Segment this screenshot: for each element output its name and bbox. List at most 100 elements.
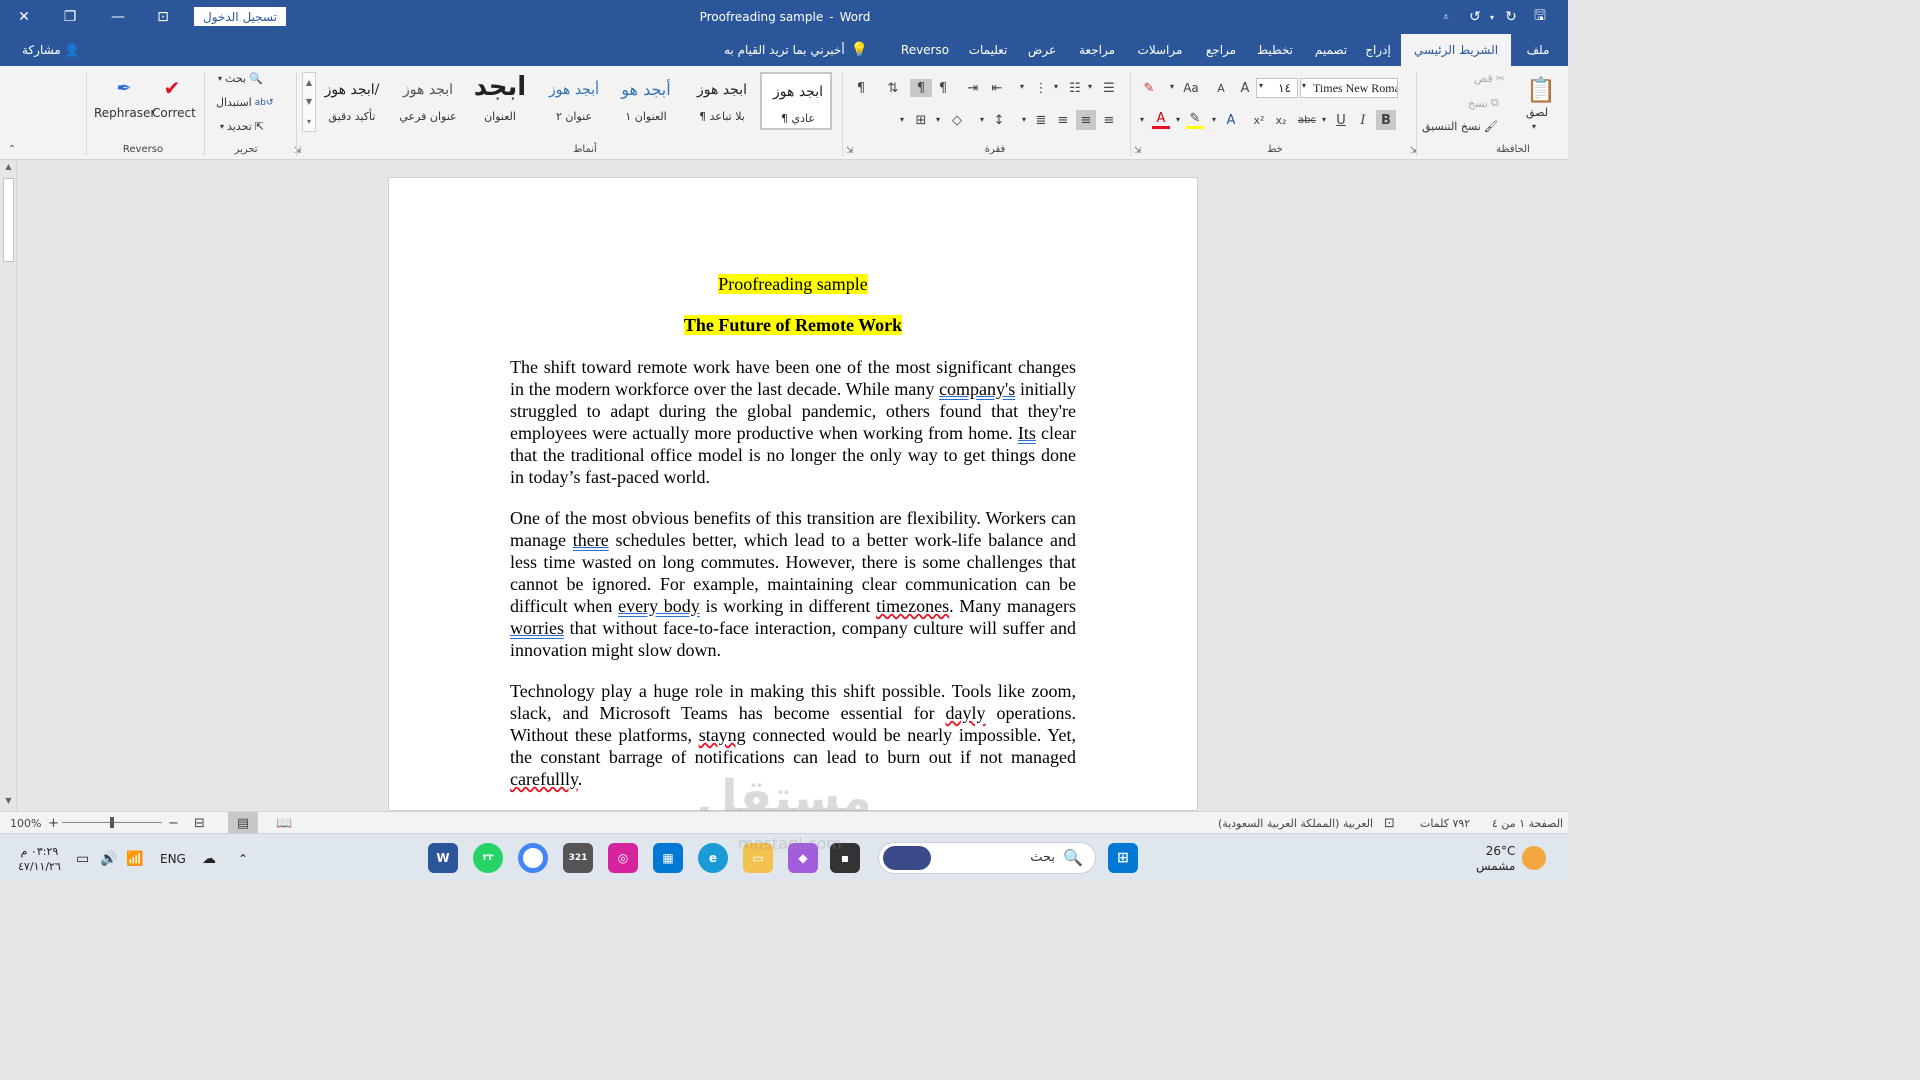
format-painter-button[interactable]: نسخ التنسيق 🖌	[1422, 120, 1498, 133]
find-dropdown-icon[interactable]: ▾	[218, 74, 222, 83]
borders-icon[interactable]: ⊞	[912, 111, 930, 129]
font-size-dropdown-icon[interactable]: ▾	[1259, 81, 1263, 90]
zoom-slider-thumb[interactable]	[110, 817, 114, 828]
tab-design[interactable]: تصميم	[1306, 34, 1356, 66]
increase-indent-icon[interactable]: ⇥	[964, 79, 982, 97]
whatsapp-app-icon[interactable]: ٢٣	[473, 843, 503, 873]
taskbar-search[interactable]: بحث 🔍	[878, 842, 1096, 874]
paste-dropdown-icon[interactable]: ▾	[1532, 122, 1536, 131]
shading-dropdown-icon[interactable]: ▾	[936, 115, 940, 124]
clear-formatting-icon[interactable]: ✎	[1140, 79, 1158, 97]
grammar-flag[interactable]: company's	[939, 379, 1015, 399]
store-app-icon[interactable]: ▦	[653, 843, 683, 873]
battery-icon[interactable]: ▭	[76, 834, 89, 883]
spelling-flag[interactable]: dayly	[946, 703, 986, 723]
word-count[interactable]: ٧٩٢ كلمات	[1420, 812, 1470, 834]
strikethrough-icon[interactable]: abc	[1296, 111, 1318, 129]
document-page[interactable]: Proofreading sample The Future of Remote…	[388, 177, 1198, 811]
style-intense-emphasis[interactable]: ابجد هوز/ تأكيد دقيق	[316, 72, 388, 130]
zoom-percent[interactable]: 100%	[10, 812, 41, 834]
grow-font-icon[interactable]: A	[1236, 79, 1254, 97]
rtl-direction-icon[interactable]: ¶	[934, 79, 952, 97]
close-icon[interactable]: ✕	[12, 0, 36, 34]
share-button[interactable]: مشاركة 👤	[22, 34, 80, 66]
tab-view[interactable]: عرض	[1022, 34, 1062, 66]
style-heading-1[interactable]: أبجد هو العنوان ١	[610, 72, 682, 130]
subscript-icon[interactable]: x₂	[1272, 111, 1290, 129]
text-effects-icon[interactable]: A	[1222, 111, 1240, 129]
style-title[interactable]: ابجد العنوان	[464, 72, 536, 130]
spelling-flag[interactable]: stayng	[699, 725, 746, 745]
chrome-app-icon[interactable]	[518, 843, 548, 873]
shading-icon[interactable]: ◇	[948, 111, 966, 129]
align-right-icon[interactable]: ≡	[1100, 111, 1118, 129]
bullets-icon[interactable]: ☰	[1100, 79, 1118, 97]
underline-dropdown-icon[interactable]: ▾	[1322, 115, 1326, 124]
page-number[interactable]: الصفحة ١ من ٤	[1492, 812, 1563, 834]
start-button-icon[interactable]: ⊞	[1108, 843, 1138, 873]
web-layout-icon[interactable]: ⊟	[194, 812, 205, 834]
word-app-icon[interactable]: W	[428, 843, 458, 873]
paragraph-3[interactable]: Technology play a huge role in making th…	[510, 680, 1076, 790]
find-button[interactable]: ▾ بحث 🔍	[218, 72, 263, 85]
style-normal[interactable]: ابجد هوز ¶ عادي	[760, 72, 832, 130]
styles-gallery-scroller[interactable]: ▲ ▼ ▾	[302, 72, 316, 132]
more-styles-icon[interactable]: ▾	[307, 117, 311, 126]
text-effects-dropdown-icon[interactable]: ▾	[1212, 115, 1216, 124]
correct-button[interactable]: Correct	[152, 106, 196, 120]
customize-qat-icon[interactable]: ⩡	[1438, 0, 1454, 34]
cut-button[interactable]: قص ✂	[1474, 72, 1505, 85]
spelling-flag[interactable]: timezones	[876, 596, 949, 616]
grammar-flag[interactable]: Its	[1018, 423, 1036, 443]
underline-icon[interactable]: U	[1332, 111, 1350, 129]
input-language[interactable]: ENG	[160, 834, 186, 883]
numbering-dropdown-icon[interactable]: ▾	[1054, 82, 1058, 91]
paste-icon[interactable]: 📋	[1526, 74, 1556, 106]
style-heading-2[interactable]: أبجد هوز عنوان ٢	[538, 72, 610, 130]
paragraph-1[interactable]: The shift toward remote work have been o…	[510, 356, 1076, 488]
document-heading[interactable]: The Future of Remote Work	[510, 315, 1076, 336]
tell-me-box[interactable]: أخبرني بما تريد القيام به 💡	[724, 34, 868, 66]
italic-icon[interactable]: I	[1354, 111, 1372, 129]
ltr-direction-icon[interactable]: ¶	[910, 79, 932, 97]
read-mode-icon[interactable]: 📖	[276, 812, 292, 834]
scroll-up-arrow-icon[interactable]: ▲	[2, 162, 15, 174]
paragraph-launcher-icon[interactable]: ⇲	[846, 146, 854, 156]
calendar-app-icon[interactable]: 321	[563, 843, 593, 873]
paste-button[interactable]: لصق	[1526, 106, 1548, 119]
tab-home[interactable]: الشريط الرئيسي	[1401, 34, 1511, 66]
change-case-dropdown-icon[interactable]: ▾	[1170, 82, 1174, 91]
tab-layout[interactable]: تخطيط	[1250, 34, 1300, 66]
correct-icon[interactable]: ✔	[160, 76, 184, 100]
rephraser-button[interactable]: Rephraser	[94, 106, 155, 120]
shrink-font-icon[interactable]: A	[1212, 79, 1230, 97]
highlight-icon[interactable]: ✎	[1186, 111, 1204, 129]
justify-dropdown-icon[interactable]: ▾	[1022, 115, 1026, 124]
align-center-icon[interactable]: ≡	[1076, 110, 1096, 130]
focus-mode-icon[interactable]: ⊡	[1384, 812, 1395, 834]
scroll-down-icon[interactable]: ▼	[306, 97, 312, 106]
show-formatting-icon[interactable]: ¶	[852, 79, 870, 97]
numbering-icon[interactable]: ☷	[1066, 79, 1084, 97]
borders-dropdown-icon[interactable]: ▾	[900, 115, 904, 124]
zoom-in-icon[interactable]: +	[48, 812, 59, 834]
bold-icon[interactable]: B	[1376, 110, 1396, 130]
change-case-icon[interactable]: Aa	[1180, 79, 1202, 97]
spelling-flag[interactable]: carefullly	[510, 769, 578, 789]
redo-icon[interactable]: ↻	[1500, 0, 1522, 34]
tab-help[interactable]: تعليمات	[960, 34, 1016, 66]
tab-mailings[interactable]: مراسلات	[1128, 34, 1192, 66]
select-button[interactable]: ▾ تحديد ⇱	[220, 120, 264, 133]
save-icon[interactable]: 🖫	[1528, 0, 1552, 34]
copy-button[interactable]: نسخ ⧉	[1468, 96, 1499, 110]
vertical-scrollbar[interactable]: ▲ ▼	[0, 160, 17, 811]
collapse-ribbon-icon[interactable]: ⌃	[8, 144, 16, 155]
select-dropdown-icon[interactable]: ▾	[220, 122, 224, 131]
scroll-up-icon[interactable]: ▲	[306, 78, 312, 87]
line-spacing-dropdown-icon[interactable]: ▾	[980, 115, 984, 124]
restore-icon[interactable]: ❐	[58, 0, 82, 34]
font-color-dropdown-icon[interactable]: ▾	[1140, 115, 1144, 124]
tab-reverso[interactable]: Reverso	[896, 34, 954, 66]
style-subtitle[interactable]: ابجد هوز عنوان فرعي	[392, 72, 464, 130]
paragraph-2[interactable]: One of the most obvious benefits of this…	[510, 507, 1076, 661]
